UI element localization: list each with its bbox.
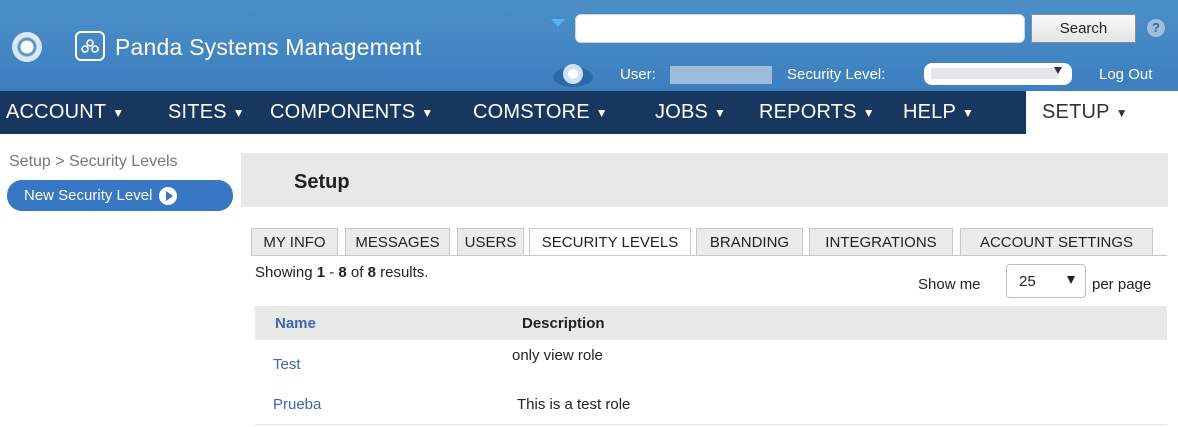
table-row-description: This is a test role — [517, 396, 631, 413]
top-header: Panda Systems Management Search ? User: … — [0, 0, 1178, 91]
caret-down-icon: ▼ — [232, 105, 245, 120]
table-row-name-link[interactable]: Test — [273, 356, 301, 373]
chevron-down-icon — [1054, 67, 1062, 74]
nav-jobs[interactable]: JOBS ▼ — [655, 91, 726, 134]
tab-messages[interactable]: MESSAGES — [345, 228, 450, 255]
column-header-description: Description — [522, 315, 605, 332]
table-row-description: only view role — [512, 347, 603, 364]
results-suffix: results. — [375, 264, 429, 281]
tab-my-info[interactable]: MY INFO — [251, 228, 338, 255]
nav-label: COMSTORE — [473, 101, 590, 123]
caret-down-icon: ▼ — [112, 105, 125, 120]
security-level-value — [931, 68, 1059, 79]
user-label: User: — [620, 66, 656, 83]
nav-sites[interactable]: SITES ▼ — [168, 91, 245, 134]
results-summary: Showing 1 - 8 of 8 results. — [255, 264, 428, 281]
tab-label: ACCOUNT SETTINGS — [979, 233, 1134, 251]
nav-label: HELP — [903, 101, 957, 123]
arrow-right-circle-icon — [159, 186, 178, 205]
per-page-value: 25 — [1019, 273, 1036, 290]
tab-label: SECURITY LEVELS — [541, 234, 679, 251]
user-cloud-icon — [553, 64, 593, 87]
caret-down-icon: ▼ — [595, 105, 608, 120]
page-title: Setup — [294, 171, 350, 193]
panda-logo-icon — [12, 32, 42, 62]
breadcrumb: Setup > Security Levels — [9, 153, 178, 170]
tab-users[interactable]: USERS — [457, 228, 524, 255]
tab-label: MESSAGES — [355, 233, 440, 251]
results-total: 8 — [367, 264, 376, 281]
table-divider — [255, 424, 1167, 425]
tab-security-levels[interactable]: SECURITY LEVELS — [529, 228, 691, 256]
caret-down-icon: ▼ — [714, 105, 727, 120]
caret-down-icon: ▼ — [1115, 105, 1128, 120]
per-page-select[interactable]: 25 — [1006, 264, 1086, 298]
new-security-level-button[interactable]: New Security Level — [7, 180, 233, 211]
results-prefix: Showing — [255, 264, 317, 281]
results-from: 1 — [316, 264, 326, 281]
logout-link[interactable]: Log Out — [1099, 66, 1152, 83]
security-level-select[interactable] — [924, 63, 1072, 85]
search-scope-dropdown-icon[interactable] — [551, 19, 565, 27]
tab-label: MY INFO — [263, 233, 326, 251]
tab-label: BRANDING — [709, 233, 790, 251]
nav-comstore[interactable]: COMSTORE ▼ — [473, 91, 608, 134]
caret-down-icon: ▼ — [862, 105, 875, 120]
nav-label: JOBS — [655, 101, 709, 123]
show-me-label: Show me — [918, 276, 981, 293]
tab-divider — [251, 255, 1167, 256]
brand-icon — [75, 31, 105, 61]
user-name-value — [670, 66, 772, 84]
results-sep: - — [325, 264, 339, 281]
nav-help[interactable]: HELP ▼ — [903, 91, 974, 134]
tab-integrations[interactable]: INTEGRATIONS — [809, 228, 953, 255]
results-of: of — [346, 264, 368, 281]
table-header: Name Description — [255, 306, 1167, 340]
help-icon[interactable]: ? — [1147, 19, 1165, 37]
nav-label: SETUP — [1042, 101, 1110, 123]
search-input[interactable] — [575, 14, 1025, 43]
brand-name: Panda Systems Management — [115, 34, 422, 60]
nav-account[interactable]: ACCOUNT ▼ — [6, 91, 124, 134]
nav-reports[interactable]: REPORTS ▼ — [759, 91, 875, 134]
tab-branding[interactable]: BRANDING — [696, 228, 803, 255]
nav-label: ACCOUNT — [6, 101, 107, 123]
table-row-name-link[interactable]: Prueba — [273, 396, 321, 413]
nav-label: REPORTS — [759, 101, 857, 123]
column-header-name[interactable]: Name — [275, 315, 316, 332]
caret-down-icon: ▼ — [421, 105, 434, 120]
nav-label: COMPONENTS — [270, 101, 416, 123]
results-to: 8 — [338, 264, 347, 281]
tab-label: INTEGRATIONS — [825, 233, 937, 251]
search-button[interactable]: Search — [1031, 14, 1136, 43]
tab-account-settings[interactable]: ACCOUNT SETTINGS — [960, 228, 1153, 255]
caret-down-icon: ▼ — [962, 105, 975, 120]
per-page-label: per page — [1092, 276, 1152, 293]
security-level-label: Security Level: — [787, 66, 886, 83]
nav-components[interactable]: COMPONENTS ▼ — [270, 91, 433, 134]
chevron-down-icon — [1067, 276, 1075, 284]
button-label: New Security Level — [24, 187, 153, 204]
nav-setup[interactable]: SETUP ▼ — [1026, 91, 1178, 134]
tab-label: USERS — [464, 233, 517, 251]
page-header: Setup — [241, 153, 1168, 207]
nav-label: SITES — [168, 101, 227, 123]
